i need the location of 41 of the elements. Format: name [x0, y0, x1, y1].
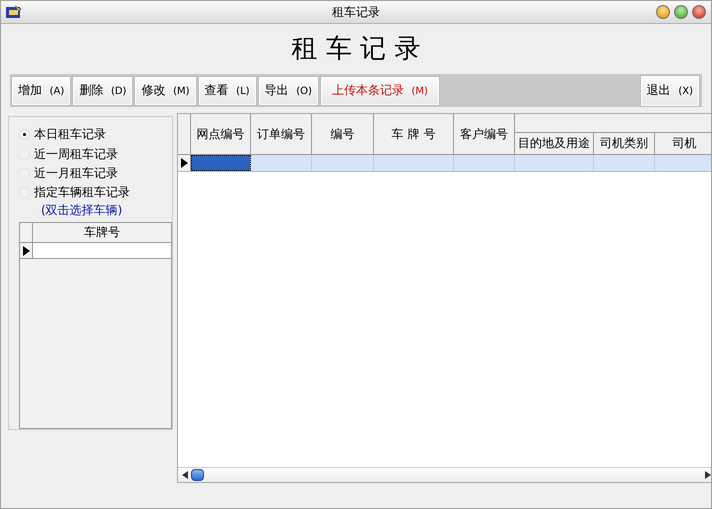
- table-cell[interactable]: [454, 155, 515, 171]
- table-cell[interactable]: [312, 155, 374, 171]
- scroll-left-icon[interactable]: [182, 471, 188, 479]
- table-cell[interactable]: [515, 155, 594, 171]
- current-row-icon: [22, 246, 30, 256]
- column-header[interactable]: 客户编号: [454, 114, 515, 154]
- maximize-button[interactable]: [674, 5, 688, 19]
- hint-text: (双击选择车辆): [40, 202, 124, 218]
- scroll-right-icon[interactable]: [705, 471, 711, 479]
- minimize-button[interactable]: [656, 5, 670, 19]
- filter-option[interactable]: 本日租车记录: [19, 125, 172, 144]
- toolbar-button[interactable]: 查看 (L): [198, 76, 256, 104]
- table-cell[interactable]: [374, 155, 454, 171]
- close-button[interactable]: [692, 5, 706, 19]
- scroll-thumb[interactable]: [191, 469, 204, 481]
- toolbar-button[interactable]: 导出 (O): [258, 76, 318, 104]
- window-title: 租车记录: [332, 4, 380, 20]
- exit-button[interactable]: 退出 (X): [640, 76, 699, 106]
- horizontal-scrollbar[interactable]: [178, 467, 711, 482]
- column-header[interactable]: 网点编号: [191, 114, 251, 154]
- toolbar-button[interactable]: 上传本条记录 (M): [320, 76, 439, 104]
- table-cell[interactable]: [655, 155, 711, 171]
- table-cell[interactable]: [594, 155, 655, 171]
- column-header[interactable]: 车 牌 号: [374, 114, 454, 154]
- toolbar-button[interactable]: 修改 (M): [135, 76, 196, 104]
- toolbar-button[interactable]: 增加 (A): [12, 76, 70, 104]
- toolbar-button[interactable]: 删除 (D): [73, 76, 132, 104]
- filter-option[interactable]: 近一月租车记录: [19, 164, 172, 184]
- radio-button[interactable]: [19, 129, 30, 140]
- column-header[interactable]: 司机: [655, 133, 711, 154]
- table-cell[interactable]: [33, 243, 171, 260]
- column-header[interactable]: 目的地及用途: [515, 133, 594, 154]
- table-cell[interactable]: [251, 155, 312, 171]
- current-row-icon: [180, 158, 188, 168]
- page-heading: 租 车 记 录: [290, 33, 422, 66]
- column-header[interactable]: 订单编号: [251, 114, 312, 154]
- filter-option[interactable]: 近一周租车记录: [19, 144, 172, 164]
- filter-option[interactable]: 指定车辆租车记录: [19, 183, 172, 202]
- table-cell[interactable]: [191, 155, 251, 171]
- column-header[interactable]: 编号: [312, 114, 374, 154]
- column-header[interactable]: 司机类别: [594, 133, 655, 154]
